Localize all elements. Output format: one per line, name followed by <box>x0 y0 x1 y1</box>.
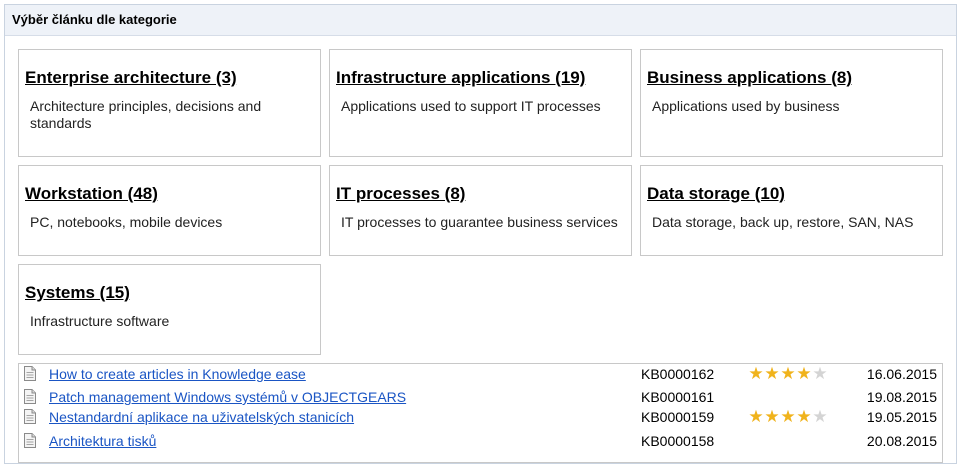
article-link[interactable]: Architektura tisků <box>49 433 156 449</box>
article-date: 20.08.2015 <box>866 433 937 449</box>
category-tile-business-applications[interactable]: Business applications (8) Applications u… <box>640 49 943 157</box>
category-description: Data storage, back up, restore, SAN, NAS <box>652 214 914 230</box>
article-date: 16.06.2015 <box>866 366 937 382</box>
document-icon <box>24 409 36 424</box>
category-link[interactable]: Workstation (48) <box>25 183 315 205</box>
category-link[interactable]: Business applications (8) <box>647 67 937 89</box>
star-icon: ★ <box>780 364 796 383</box>
category-tile-it-processes[interactable]: IT processes (8) IT processes to guarant… <box>329 165 632 256</box>
category-tile-data-storage[interactable]: Data storage (10) Data storage, back up,… <box>640 165 943 256</box>
article-rating: ★★★★★ <box>748 407 828 426</box>
category-link[interactable]: Enterprise architecture (3) <box>25 67 315 89</box>
category-tile-enterprise-architecture[interactable]: Enterprise architecture (3) Architecture… <box>18 49 321 157</box>
article-id: KB0000162 <box>641 366 715 382</box>
star-icon: ★ <box>796 407 812 426</box>
article-date: 19.08.2015 <box>866 389 937 405</box>
star-icon: ★ <box>780 407 796 426</box>
star-icon: ★ <box>748 364 764 383</box>
category-description: Applications used to support IT processe… <box>341 98 601 114</box>
panel-title: Výběr článku dle kategorie <box>5 5 956 36</box>
article-date: 19.05.2015 <box>866 409 937 425</box>
article-list: How to create articles in Knowledge ease… <box>18 363 943 463</box>
star-icon: ★ <box>812 364 828 383</box>
star-icon: ★ <box>796 364 812 383</box>
article-link[interactable]: How to create articles in Knowledge ease <box>49 366 306 382</box>
category-link[interactable]: Data storage (10) <box>647 183 937 205</box>
category-tile-workstation[interactable]: Workstation (48) PC, notebooks, mobile d… <box>18 165 321 256</box>
star-icon: ★ <box>748 407 764 426</box>
star-icon: ★ <box>812 407 828 426</box>
category-description: PC, notebooks, mobile devices <box>30 214 223 230</box>
category-link[interactable]: Systems (15) <box>25 282 315 304</box>
star-icon: ★ <box>764 407 780 426</box>
category-description: Infrastructure software <box>30 313 170 329</box>
category-link[interactable]: Infrastructure applications (19) <box>336 67 626 89</box>
document-icon <box>24 366 36 381</box>
document-icon <box>24 433 36 448</box>
list-item: How to create articles in Knowledge ease… <box>19 364 942 384</box>
list-item: Patch management Windows systémů v OBJEC… <box>19 387 942 407</box>
category-description: Architecture principles, decisions and s… <box>30 98 262 131</box>
category-description: Applications used by business <box>652 98 840 114</box>
article-rating: ★★★★★ <box>748 364 828 383</box>
article-link[interactable]: Nestandardní aplikace na uživatelských s… <box>49 409 354 425</box>
star-icon: ★ <box>764 364 780 383</box>
article-id: KB0000158 <box>641 433 715 449</box>
list-item: Architektura tisků KB0000158 20.08.2015 <box>19 431 942 451</box>
category-tile-infrastructure-applications[interactable]: Infrastructure applications (19) Applica… <box>329 49 632 157</box>
category-description: IT processes to guarantee business servi… <box>341 214 618 230</box>
list-item: Nestandardní aplikace na uživatelských s… <box>19 407 942 427</box>
article-link[interactable]: Patch management Windows systémů v OBJEC… <box>49 389 406 405</box>
article-id: KB0000159 <box>641 409 715 425</box>
category-tile-systems[interactable]: Systems (15) Infrastructure software <box>18 264 321 355</box>
category-link[interactable]: IT processes (8) <box>336 183 626 205</box>
article-id: KB0000161 <box>641 389 715 405</box>
document-icon <box>24 389 36 404</box>
